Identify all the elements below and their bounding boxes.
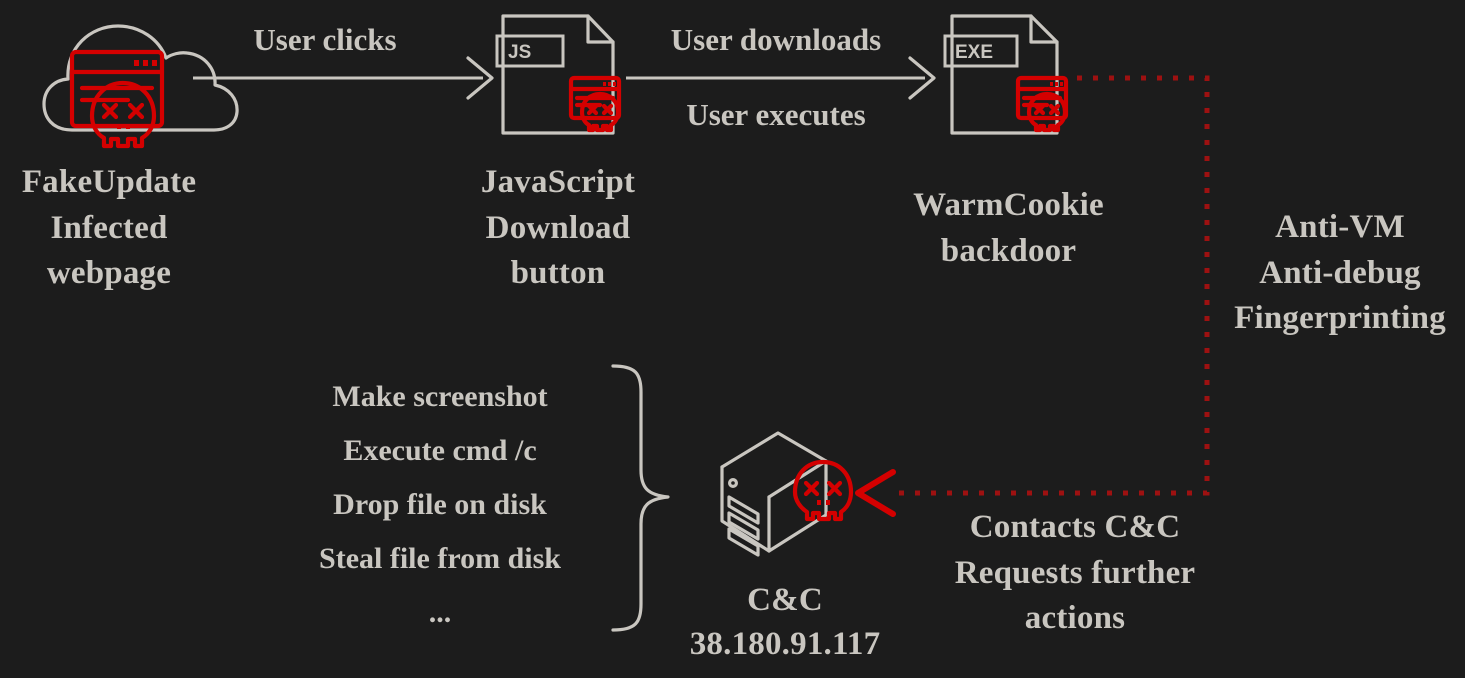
edge-label-user-executes: User executes <box>686 97 866 132</box>
dotted-callback-path <box>855 75 1210 517</box>
exe-file-infected-icon: EXE <box>943 14 1069 135</box>
infection-chain-diagram: JS EXE User clicks User downloads User e… <box>0 0 1465 678</box>
edge-label-contacts-cnc: Contacts C&C Requests further actions <box>954 509 1196 637</box>
node-label-javascript: JavaScript Download button <box>480 164 636 292</box>
skull-icon <box>89 80 157 149</box>
edge-label-user-downloads: User downloads <box>670 22 882 57</box>
arrow-user-clicks <box>193 56 494 100</box>
node-label-cnc-address: 38.180.91.117 <box>689 626 881 662</box>
js-badge-text: JS <box>508 42 531 63</box>
node-label-warmcookie: WarmCookie backdoor <box>913 187 1104 269</box>
infected-browser-icon <box>69 49 165 129</box>
exe-badge-text: EXE <box>955 42 993 63</box>
js-file-infected-icon: JS <box>495 14 622 135</box>
edge-label-user-clicks: User clicks <box>253 22 397 57</box>
skull-icon-cnc <box>792 459 854 522</box>
server-tower-icon <box>720 431 828 557</box>
node-label-cnc: C&C <box>747 582 823 618</box>
arrow-user-downloads-executes <box>626 56 936 100</box>
capabilities-list: Make screenshot Execute cmd /c Drop file… <box>319 380 561 629</box>
arrowhead-to-cnc <box>855 469 896 517</box>
edge-label-evasion: Anti-VM Anti-debug Fingerprinting <box>1234 209 1446 337</box>
node-label-fakeupdate: FakeUpdate Infected webpage <box>21 164 197 292</box>
